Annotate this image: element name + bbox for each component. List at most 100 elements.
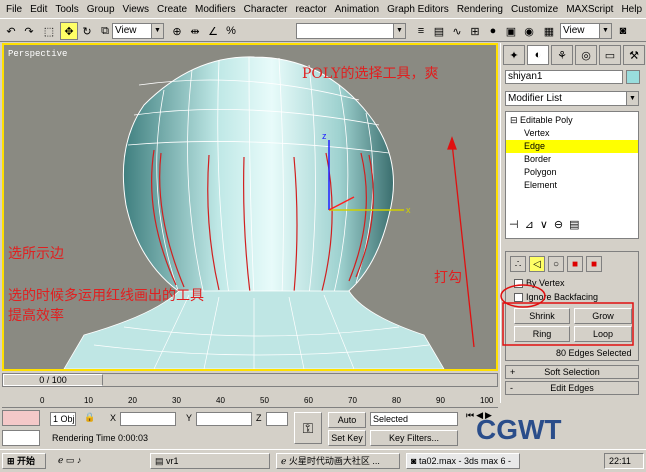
z-coord-field[interactable]	[266, 412, 288, 426]
element-mode-icon[interactable]: ■	[586, 256, 602, 272]
border-mode-icon[interactable]: ○	[548, 256, 564, 272]
render-icon[interactable]: ◙	[614, 22, 632, 40]
media-icon[interactable]: ♪	[77, 455, 82, 465]
prompt-line[interactable]	[2, 430, 40, 446]
configure-sets-icon[interactable]: ▤	[569, 218, 579, 231]
soft-selection-rollout[interactable]: + Soft Selection	[505, 365, 639, 379]
hierarchy-tab-icon[interactable]: ⚘	[551, 45, 573, 65]
menu-customize[interactable]: Customize	[507, 4, 562, 15]
key-filters-button[interactable]: Key Filters...	[370, 430, 458, 446]
perspective-viewport[interactable]: Perspective z x POLY的选择工具，爽 选所示边 选的时候多运用…	[2, 43, 498, 371]
material-editor-icon[interactable]: ●	[484, 22, 502, 40]
render-scene-icon[interactable]: ▣	[502, 22, 520, 40]
menu-create[interactable]: Create	[153, 4, 191, 15]
stack-item-polygon[interactable]: Polygon	[506, 166, 638, 179]
stack-item-edge[interactable]: Edge	[506, 140, 638, 153]
menu-tools[interactable]: Tools	[51, 4, 82, 15]
modify-tab-icon[interactable]: ◐	[527, 45, 549, 65]
menu-help[interactable]: Help	[617, 4, 646, 15]
edit-edges-rollout[interactable]: - Edit Edges	[505, 381, 639, 395]
percent-snap-icon[interactable]: %	[222, 22, 240, 40]
menu-animation[interactable]: Animation	[331, 4, 383, 15]
menu-character[interactable]: Character	[240, 4, 292, 15]
set-key-mode-icon[interactable]: ⚿	[294, 412, 322, 444]
ring-button[interactable]: Ring	[514, 326, 570, 342]
menu-bar: File Edit Tools Group Views Create Modifiers Ch…	[0, 0, 646, 18]
layer-icon[interactable]: ▤	[430, 22, 448, 40]
modifier-list-select[interactable]: Modifier List ▼	[505, 91, 639, 106]
shrink-button[interactable]: Shrink	[514, 308, 570, 324]
stack-item-vertex[interactable]: Vertex	[506, 127, 638, 140]
grow-button[interactable]: Grow	[574, 308, 632, 324]
menu-views[interactable]: Views	[119, 4, 154, 15]
menu-reactor[interactable]: reactor	[292, 4, 331, 15]
reference-coord-select[interactable]: View ▼	[112, 23, 164, 39]
schematic-icon[interactable]: ⊞	[466, 22, 484, 40]
menu-file[interactable]: File	[2, 4, 26, 15]
pin-stack-icon[interactable]: ⊣	[509, 218, 519, 231]
key-selection-select[interactable]: Selected	[370, 412, 458, 426]
annotation-title: POLY的选择工具，爽	[302, 66, 439, 82]
ignore-backfacing-checkbox[interactable]: Ignore Backfacing	[514, 292, 598, 302]
align-icon[interactable]: ≡	[412, 22, 430, 40]
task-3dsmax[interactable]: ◙ ta02.max - 3ds max 6 -	[406, 453, 520, 469]
pivot-icon[interactable]: ⊕	[168, 22, 186, 40]
selection-rollout: ∴ ◁ ○ ■ ■ By Vertex Ignore Backfacing Sh…	[505, 251, 639, 361]
utilities-tab-icon[interactable]: ⚒	[623, 45, 645, 65]
make-unique-icon[interactable]: ∨	[540, 218, 548, 231]
x-label: X	[110, 413, 117, 423]
ie-icon[interactable]: ℯ	[58, 455, 63, 465]
select-rotate-icon[interactable]: ↻	[78, 22, 96, 40]
menu-group[interactable]: Group	[83, 4, 119, 15]
vertex-mode-icon[interactable]: ∴	[510, 256, 526, 272]
track-bar[interactable]: 0 10 20 30 40 50 60 70 80 90 100	[2, 388, 498, 408]
view-select[interactable]: View ▼	[560, 23, 612, 39]
task-vr1[interactable]: ▤ vr1	[150, 453, 270, 469]
select-move-icon[interactable]: ✥	[60, 22, 78, 40]
by-vertex-checkbox[interactable]: By Vertex	[514, 278, 565, 288]
track-tick: 60	[304, 396, 313, 405]
object-color-swatch[interactable]	[626, 70, 640, 84]
loop-button[interactable]: Loop	[574, 326, 632, 342]
menu-edit[interactable]: Edit	[26, 4, 51, 15]
annotation-select: 选所示边	[8, 246, 64, 262]
menu-graph-editors[interactable]: Graph Editors	[383, 4, 453, 15]
render-type-icon[interactable]: ▦	[540, 22, 558, 40]
snap-icon[interactable]: ∠	[204, 22, 222, 40]
y-label: Y	[186, 413, 193, 423]
lock-icon[interactable]: 🔒	[84, 412, 95, 423]
select-region-icon[interactable]: ⬚	[40, 22, 58, 40]
undo-icon[interactable]: ↶	[2, 22, 20, 40]
maxscript-listener[interactable]	[2, 410, 40, 426]
x-coord-field[interactable]	[120, 412, 176, 426]
object-name-field[interactable]: shiyan1	[505, 70, 623, 84]
polygon-mode-icon[interactable]: ■	[567, 256, 583, 272]
quick-render-icon[interactable]: ◉	[520, 22, 538, 40]
y-coord-field[interactable]	[196, 412, 252, 426]
menu-rendering[interactable]: Rendering	[453, 4, 507, 15]
redo-icon[interactable]: ↷	[20, 22, 38, 40]
edge-mode-icon[interactable]: ◁	[529, 256, 545, 272]
show-end-result-icon[interactable]: ⊿	[525, 218, 534, 231]
motion-tab-icon[interactable]: ◎	[575, 45, 597, 65]
go-to-start-icon[interactable]: ⏮	[466, 410, 474, 421]
task-browser[interactable]: ℯ 火星时代动画大社区 ...	[276, 453, 400, 469]
start-button[interactable]: ⊞ 开始	[2, 453, 46, 469]
stack-item-editable-poly[interactable]: ⊟ Editable Poly	[506, 114, 638, 127]
time-slider[interactable]: 0 / 100	[2, 373, 498, 387]
set-key-button[interactable]: Set Key	[328, 430, 366, 446]
stack-item-element[interactable]: Element	[506, 179, 638, 192]
desktop-icon[interactable]: ▭	[66, 455, 75, 465]
mirror-icon[interactable]: ⇹	[186, 22, 204, 40]
time-slider-thumb[interactable]: 0 / 100	[3, 374, 103, 386]
menu-modifiers[interactable]: Modifiers	[191, 4, 240, 15]
annotation-tip-line1: 选的时候多运用红线画出的工具	[8, 288, 204, 304]
create-tab-icon[interactable]: ✦	[503, 45, 525, 65]
stack-item-border[interactable]: Border	[506, 153, 638, 166]
display-tab-icon[interactable]: ▭	[599, 45, 621, 65]
curve-editor-icon[interactable]: ∿	[448, 22, 466, 40]
auto-key-button[interactable]: Auto Key	[328, 412, 366, 439]
remove-modifier-icon[interactable]: ⊖	[554, 218, 563, 231]
menu-maxscript[interactable]: MAXScript	[562, 4, 617, 15]
named-selection-select[interactable]: ▼	[296, 23, 406, 39]
